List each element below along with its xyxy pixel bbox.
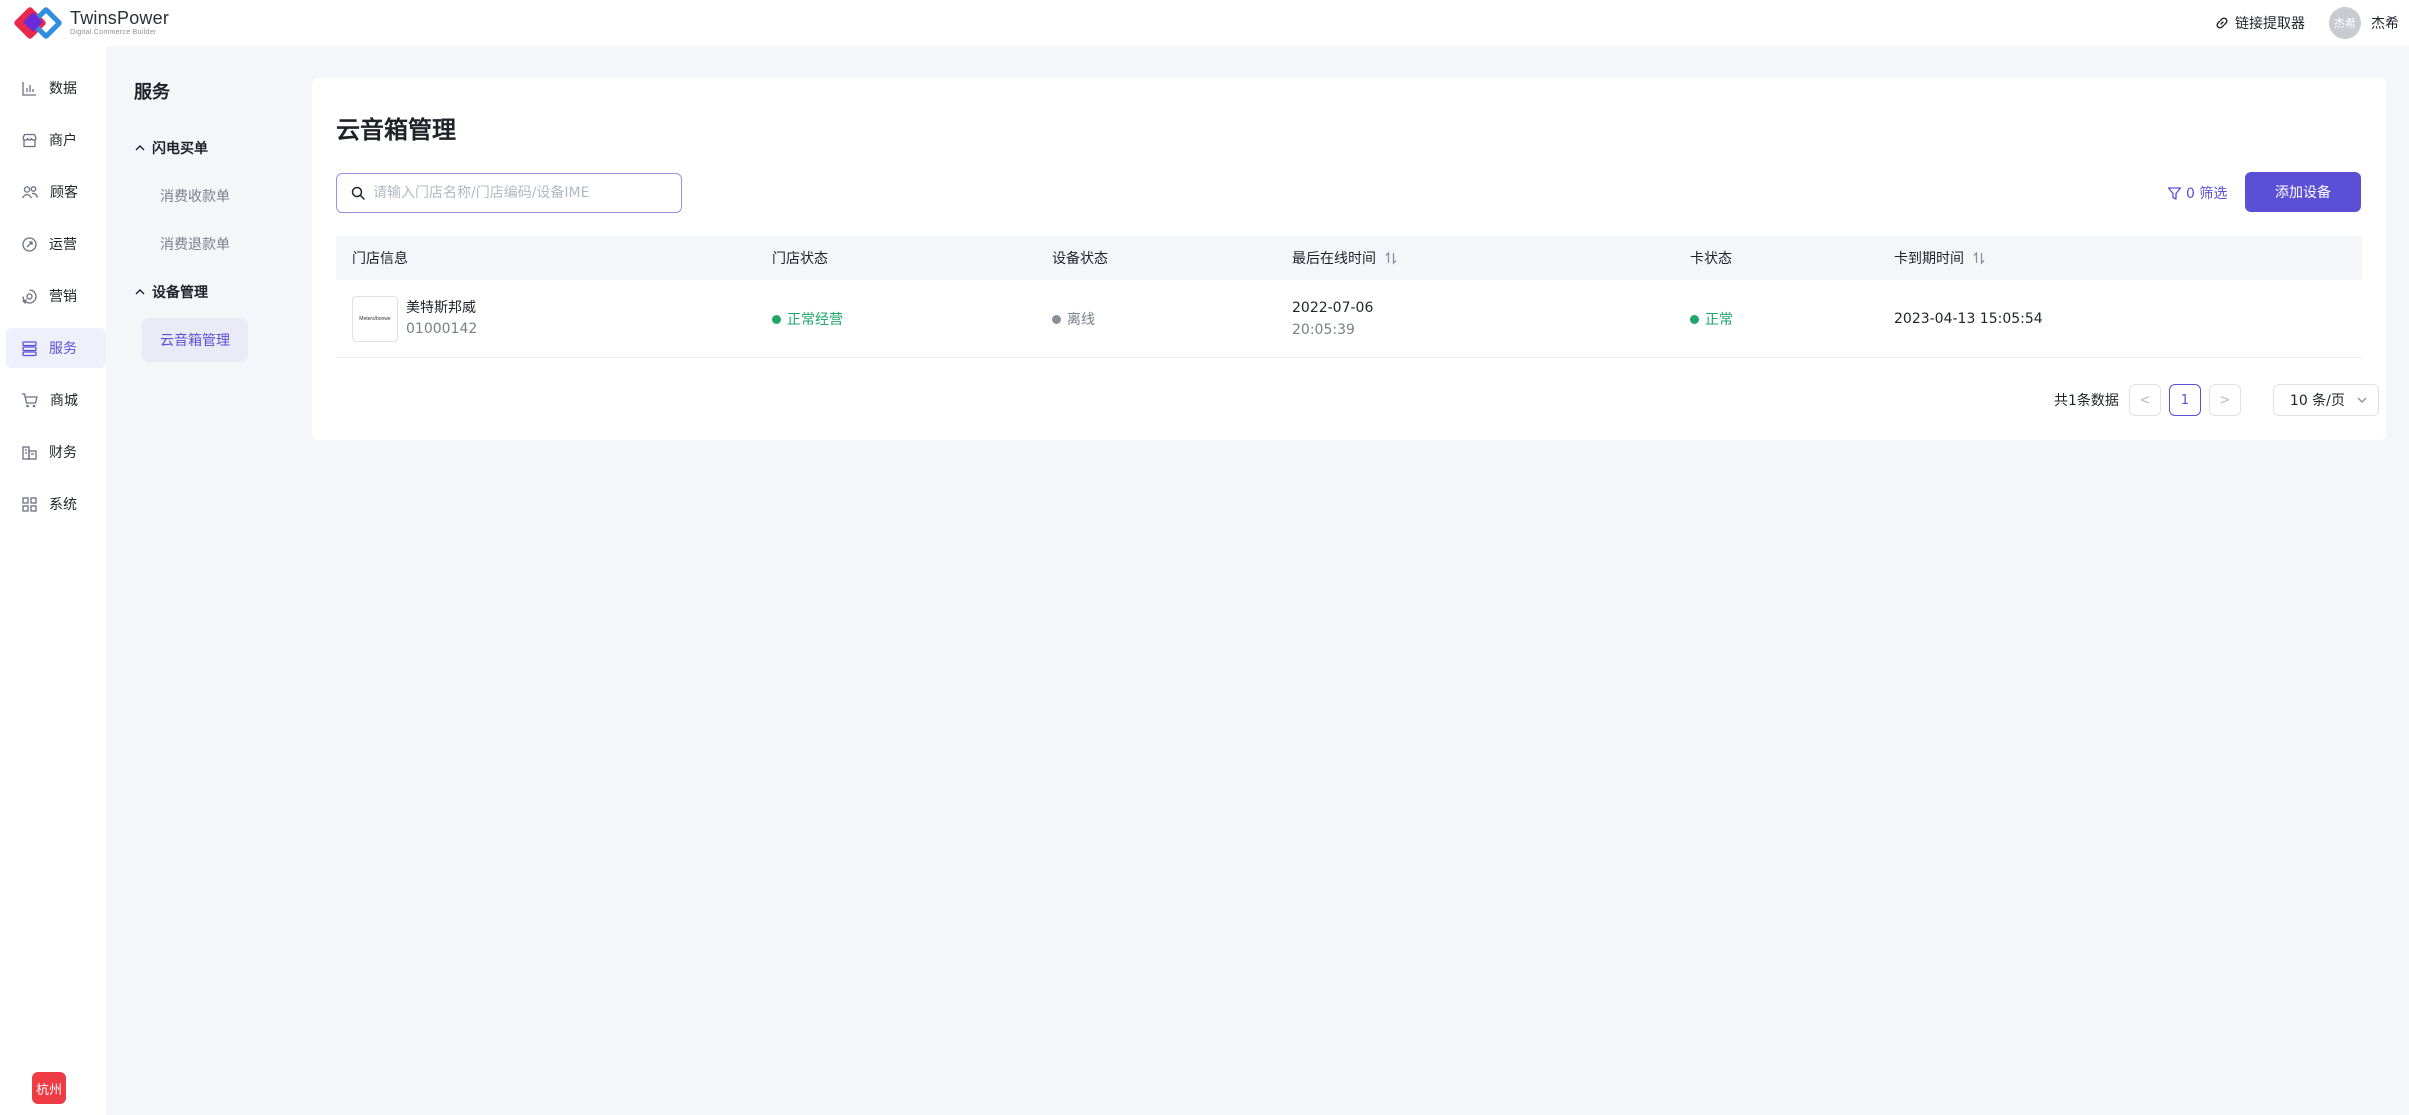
nav-item-customer[interactable]: 顾客 bbox=[6, 172, 106, 212]
subnav-item-payment-receipts[interactable]: 消费收款单 bbox=[142, 174, 248, 218]
operation-icon bbox=[22, 236, 37, 252]
brand-name: TwinsPower bbox=[70, 8, 170, 28]
store-logo: Meters/bonwe bbox=[352, 296, 398, 342]
nav-item-system[interactable]: 系统 bbox=[6, 484, 106, 524]
search-input[interactable] bbox=[373, 185, 663, 201]
grid-icon bbox=[22, 496, 37, 512]
content-card: 云音箱管理 0 筛选 添加设备 门店信息 门店状态 设备状态 最后在线时间 卡状… bbox=[312, 78, 2386, 440]
search-box[interactable] bbox=[336, 173, 682, 213]
page-size-select[interactable]: 10 条/页 bbox=[2272, 384, 2379, 416]
user-name[interactable]: 杰希 bbox=[2371, 13, 2399, 33]
search-icon bbox=[351, 186, 365, 200]
status-dot bbox=[772, 314, 781, 324]
nav-item-label: 营销 bbox=[49, 289, 77, 305]
page-number-1[interactable]: 1 bbox=[2168, 384, 2201, 416]
link-icon bbox=[2216, 17, 2228, 29]
nav-item-label: 系统 bbox=[49, 497, 77, 513]
marketing-icon bbox=[21, 288, 37, 304]
subnav-group-label: 闪电买单 bbox=[152, 141, 208, 157]
nav-item-label: 顾客 bbox=[50, 185, 78, 201]
nav-item-service[interactable]: 服务 bbox=[6, 328, 106, 368]
brand-logo-icon bbox=[12, 4, 64, 42]
nav-item-operation[interactable]: 运营 bbox=[6, 224, 106, 264]
filter-icon bbox=[2167, 186, 2182, 200]
device-status: 离线 bbox=[1067, 312, 1095, 328]
cart-icon bbox=[22, 392, 38, 407]
nav-item-mall[interactable]: 商城 bbox=[6, 380, 106, 420]
subnav-group-label: 设备管理 bbox=[152, 285, 208, 301]
column-header-store-status: 门店状态 bbox=[772, 251, 828, 267]
store-status-cell: 正常经营 bbox=[772, 280, 843, 358]
brand-tagline: Digital Commerce Builder bbox=[70, 29, 157, 36]
secondary-sidebar: 服务 闪电买单 消费收款单 消费退款单 设备管理 云音箱管理 bbox=[106, 46, 312, 1115]
card-status: 正常 bbox=[1705, 312, 1733, 328]
last-online-time: 20:05:39 bbox=[1292, 322, 1355, 338]
column-header-label: 卡到期时间 bbox=[1894, 251, 1964, 267]
sort-icon[interactable] bbox=[1384, 251, 1398, 265]
nav-item-label: 商户 bbox=[49, 133, 77, 149]
subnav-title: 服务 bbox=[134, 82, 170, 103]
finance-icon bbox=[22, 445, 37, 460]
chart-icon bbox=[22, 81, 36, 96]
filter-button[interactable]: 0 筛选 bbox=[2167, 183, 2227, 203]
link-extractor-label: 链接提取器 bbox=[2235, 16, 2305, 32]
filter-label: 0 筛选 bbox=[2186, 186, 2228, 202]
next-page-button[interactable]: > bbox=[2208, 384, 2241, 416]
sort-icon[interactable] bbox=[1972, 251, 1986, 265]
nav-item-label: 商城 bbox=[50, 393, 78, 409]
column-header-last-online: 最后在线时间 bbox=[1292, 236, 1398, 280]
brand-logo[interactable]: TwinsPower Digital Commerce Builder bbox=[12, 4, 169, 42]
subnav-item-cloud-speaker[interactable]: 云音箱管理 bbox=[142, 318, 248, 362]
table-header: 门店信息 门店状态 设备状态 最后在线时间 卡状态 卡到期时间 bbox=[336, 236, 2362, 280]
store-code: 01000142 bbox=[406, 321, 478, 337]
status-dot bbox=[1690, 314, 1699, 324]
nav-item-finance[interactable]: 财务 bbox=[6, 432, 106, 472]
store-status: 正常经营 bbox=[787, 312, 843, 328]
nav-item-label: 数据 bbox=[49, 81, 77, 97]
users-icon bbox=[21, 185, 39, 198]
page-size-value: 10 条/页 bbox=[2289, 393, 2345, 409]
column-header-label: 最后在线时间 bbox=[1292, 251, 1376, 267]
chevron-down-icon bbox=[2357, 397, 2367, 403]
device-table: 门店信息 门店状态 设备状态 最后在线时间 卡状态 卡到期时间 Meters/b… bbox=[336, 236, 2362, 358]
add-device-button[interactable]: 添加设备 bbox=[2245, 172, 2361, 212]
link-extractor-button[interactable]: 链接提取器 bbox=[2215, 13, 2305, 33]
chevron-up-icon bbox=[135, 145, 145, 151]
total-count: 共1条数据 bbox=[2054, 393, 2119, 409]
store-info-cell: Meters/bonwe 美特斯邦威 01000142 bbox=[352, 280, 477, 358]
nav-item-merchant[interactable]: 商户 bbox=[6, 120, 106, 160]
last-online-cell: 2022-07-06 20:05:39 bbox=[1292, 280, 1373, 358]
column-header-card-status: 卡状态 bbox=[1690, 251, 1732, 267]
service-icon bbox=[22, 340, 37, 356]
store-name: 美特斯邦威 bbox=[406, 300, 476, 316]
card-status-cell: 正常 bbox=[1690, 280, 1733, 358]
status-dot bbox=[1052, 314, 1061, 324]
column-header-device-status: 设备状态 bbox=[1052, 251, 1108, 267]
nav-item-data[interactable]: 数据 bbox=[6, 68, 106, 108]
subnav-item-refund-receipts[interactable]: 消费退款单 bbox=[142, 222, 248, 266]
device-status-cell: 离线 bbox=[1052, 280, 1095, 358]
nav-item-marketing[interactable]: 营销 bbox=[6, 276, 106, 316]
nav-item-label: 服务 bbox=[49, 341, 77, 357]
subnav-group-lightning-pay[interactable]: 闪电买单 bbox=[134, 138, 208, 158]
column-header-card-expiry: 卡到期时间 bbox=[1894, 236, 1986, 280]
subnav-group-device-management[interactable]: 设备管理 bbox=[134, 282, 208, 302]
nav-item-label: 财务 bbox=[49, 445, 77, 461]
table-row[interactable]: Meters/bonwe 美特斯邦威 01000142 正常经营 离线 2022… bbox=[336, 280, 2362, 358]
page-title: 云音箱管理 bbox=[336, 116, 456, 144]
primary-sidebar: 数据 商户 顾客 运营 营销 服务 商城 财务 系统 bbox=[0, 46, 106, 1115]
city-badge[interactable]: 杭州 bbox=[32, 1072, 66, 1104]
card-expiry-cell: 2023-04-13 15:05:54 bbox=[1894, 311, 2043, 327]
prev-page-button[interactable]: < bbox=[2128, 384, 2161, 416]
store-icon bbox=[22, 133, 37, 147]
last-online-date: 2022-07-06 bbox=[1292, 300, 1374, 316]
column-header-store-info: 门店信息 bbox=[352, 251, 408, 267]
avatar[interactable]: 杰希 bbox=[2329, 7, 2361, 39]
pagination: 共1条数据 < 1 > 10 条/页 bbox=[2054, 384, 2379, 416]
chevron-up-icon bbox=[135, 289, 145, 295]
nav-item-label: 运营 bbox=[49, 237, 77, 253]
top-header: TwinsPower Digital Commerce Builder 链接提取… bbox=[0, 0, 2409, 46]
